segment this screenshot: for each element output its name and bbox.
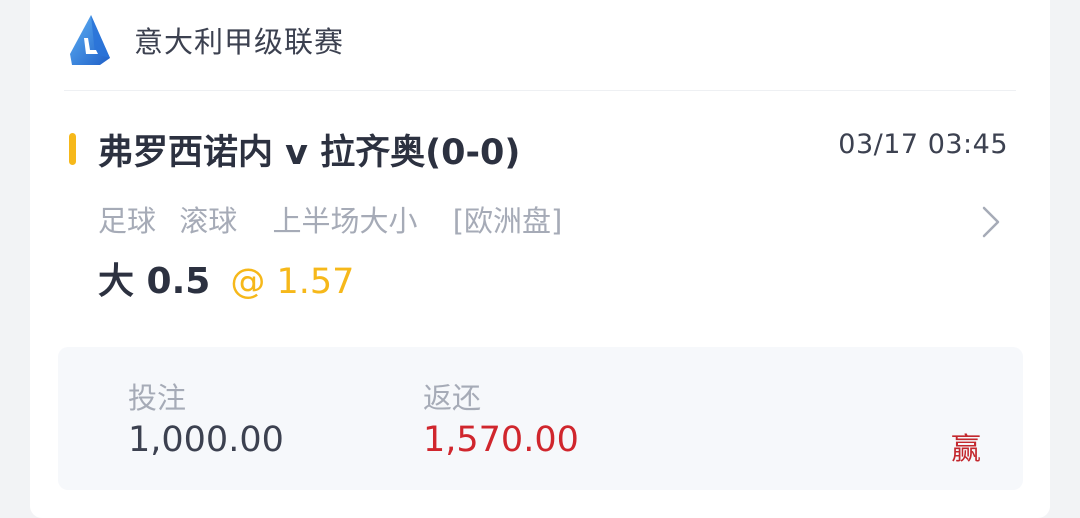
- return-value: 1,570.00: [423, 420, 579, 460]
- market-label: 上半场大小: [272, 204, 418, 238]
- odds-format-label: [欧洲盘]: [452, 204, 563, 238]
- divider: [64, 90, 1016, 91]
- stake-label: 投注: [128, 381, 187, 415]
- sport-label: 足球: [98, 204, 157, 238]
- accent-bar: [69, 133, 76, 165]
- odds: @ 1.57: [230, 262, 355, 302]
- bet-record-card: 意大利甲级联赛 弗罗西诺内 v 拉齐奥(0-0) 03/17 03:45 足球 …: [30, 0, 1050, 518]
- league-name: 意大利甲级联赛: [134, 25, 345, 59]
- selection: 大 0.5: [98, 261, 211, 302]
- bet-meta[interactable]: 足球 滚球 上半场大小 [欧洲盘]: [98, 198, 576, 240]
- result-badge: 赢: [951, 432, 981, 467]
- stake-summary: 投注 1,000.00 返还 1,570.00 赢: [58, 347, 1023, 490]
- serie-a-logo-icon: [70, 15, 110, 65]
- mode-label: 滚球: [179, 204, 238, 238]
- stake-value: 1,000.00: [128, 420, 284, 460]
- match-time: 03/17 03:45: [838, 129, 1008, 160]
- chevron-right-icon[interactable]: [980, 205, 1002, 239]
- return-label: 返还: [423, 381, 482, 415]
- match-title: 弗罗西诺内 v 拉齐奥(0-0): [98, 133, 521, 173]
- selection-row: 大 0.5 @ 1.57: [98, 252, 354, 304]
- league-header: 意大利甲级联赛: [70, 0, 344, 80]
